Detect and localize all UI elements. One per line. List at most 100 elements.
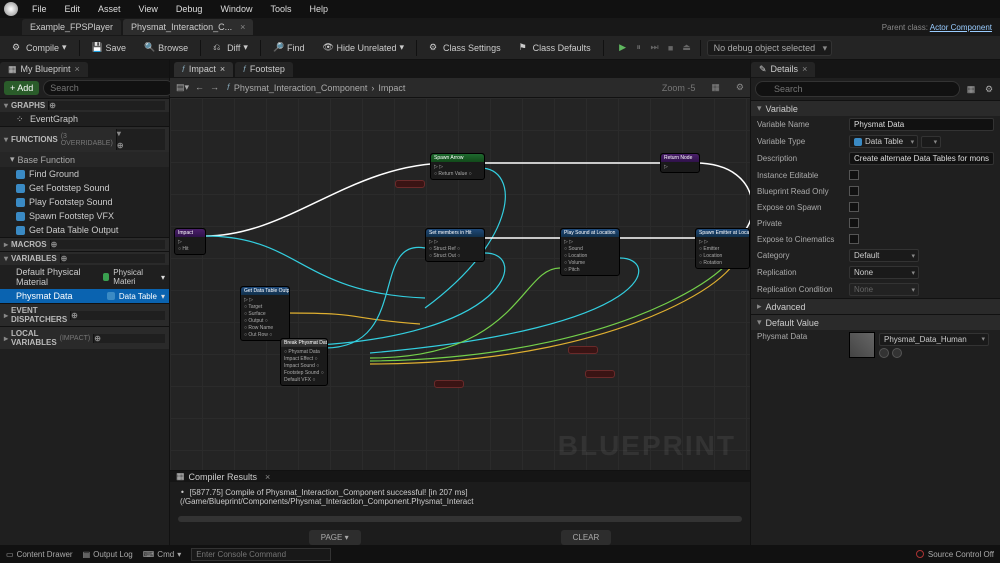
- add-local-var-button[interactable]: ⊕: [94, 334, 165, 343]
- close-icon[interactable]: ×: [802, 64, 807, 74]
- breadcrumb-function[interactable]: Impact: [378, 83, 405, 93]
- menu-tools[interactable]: Tools: [262, 2, 299, 16]
- replication-select[interactable]: None: [849, 266, 919, 279]
- category-advanced[interactable]: ▸Advanced: [751, 298, 1000, 314]
- graph-tab-footstep[interactable]: 𝑓Footstep: [235, 62, 293, 77]
- details-tab[interactable]: ✎ Details ×: [751, 62, 815, 77]
- parent-class-link[interactable]: Actor Component: [930, 23, 992, 32]
- chevron-down-icon[interactable]: ▾: [161, 273, 165, 282]
- physmat-data-asset-select[interactable]: Physmat_Data_Human: [879, 333, 989, 346]
- chevron-down-icon[interactable]: ▾: [161, 292, 165, 301]
- nav-forward-button[interactable]: →: [210, 82, 219, 93]
- fn-find-ground[interactable]: Find Ground: [0, 167, 169, 181]
- expose-cinematics-checkbox[interactable]: [849, 234, 859, 244]
- base-function-group[interactable]: ▾Base Function: [0, 152, 169, 167]
- grid-icon[interactable]: ▦: [964, 82, 978, 96]
- functions-section[interactable]: ▾FUNCTIONS (3 OVERRIDABLE)▾⊕: [0, 126, 169, 152]
- node-get-data-table[interactable]: Get Data Table Output▷ ▷○ Target○ Surfac…: [240, 286, 290, 341]
- nav-back-button[interactable]: ←: [195, 82, 204, 93]
- details-search[interactable]: [755, 81, 960, 97]
- close-icon[interactable]: ×: [75, 64, 80, 74]
- menu-debug[interactable]: Debug: [168, 2, 211, 16]
- var-physmat-data[interactable]: Physmat Data Data Table▾: [0, 289, 169, 303]
- variable-type-select[interactable]: Data Table: [849, 135, 918, 148]
- menu-window[interactable]: Window: [212, 2, 260, 16]
- add-dispatcher-button[interactable]: ⊕: [71, 311, 165, 320]
- event-dispatchers-section[interactable]: ▸EVENT DISPATCHERS⊕: [0, 303, 169, 326]
- add-function-button[interactable]: ⊕: [117, 141, 165, 150]
- cmd-label[interactable]: ⌨Cmd ▾: [143, 550, 181, 559]
- gear-icon[interactable]: ⚙: [982, 82, 996, 96]
- use-selected-asset-button[interactable]: [879, 348, 889, 358]
- node-set-members[interactable]: Set members in Hit▷ ▷○ Struct Ref ○○ Str…: [425, 228, 485, 262]
- variables-section[interactable]: ▾VARIABLES⊕: [0, 251, 169, 265]
- find-button[interactable]: 🔎Find: [267, 39, 311, 56]
- node-light-impact-2[interactable]: [434, 380, 464, 388]
- class-defaults-button[interactable]: ⚑Class Defaults: [513, 39, 597, 56]
- macros-section[interactable]: ▸MACROS⊕: [0, 237, 169, 251]
- compiler-page-button[interactable]: PAGE ▾: [309, 530, 361, 545]
- node-play-sound[interactable]: Play Sound at Location▷ ▷○ Sound○ Locati…: [560, 228, 620, 276]
- browse-to-asset-button[interactable]: [892, 348, 902, 358]
- browse-button[interactable]: 🔍Browse: [138, 39, 194, 56]
- var-default-physical-material[interactable]: Default Physical Material Physical Mater…: [0, 265, 169, 289]
- breadcrumb-component[interactable]: Physmat_Interaction_Component: [234, 83, 368, 93]
- debug-object-select[interactable]: No debug object selected: [707, 40, 833, 56]
- instance-editable-checkbox[interactable]: [849, 170, 859, 180]
- gear-icon[interactable]: ⚙: [736, 82, 744, 93]
- output-log-button[interactable]: ▤Output Log: [83, 550, 133, 559]
- menu-file[interactable]: File: [24, 2, 55, 16]
- my-blueprint-tab[interactable]: ▦ My Blueprint ×: [0, 62, 88, 77]
- replication-condition-select[interactable]: None: [849, 283, 919, 296]
- eject-button[interactable]: ⏏: [680, 41, 694, 55]
- tab-physmat-interaction[interactable]: Physmat_Interaction_C... ×: [123, 19, 253, 35]
- play-button[interactable]: ▶: [616, 41, 630, 55]
- fn-spawn-footstep-vfx[interactable]: Spawn Footstep VFX: [0, 209, 169, 223]
- node-light-impact-1[interactable]: [395, 180, 425, 188]
- graphs-section[interactable]: ▾GRAPHS⊕: [0, 98, 169, 112]
- add-macro-button[interactable]: ⊕: [51, 240, 165, 249]
- add-graph-button[interactable]: ⊕: [49, 101, 165, 110]
- diff-button[interactable]: ⎌Diff▾: [207, 39, 254, 56]
- node-return[interactable]: Return Node▷: [660, 153, 700, 173]
- container-type-select[interactable]: [921, 136, 941, 148]
- compiler-scrollbar[interactable]: [178, 516, 742, 522]
- chevron-down-icon[interactable]: ▾: [243, 42, 248, 53]
- compile-button[interactable]: ⚙Compile▾: [6, 39, 73, 56]
- menu-asset[interactable]: Asset: [90, 2, 129, 16]
- node-light-impact-3[interactable]: [568, 346, 598, 354]
- menu-help[interactable]: Help: [301, 2, 336, 16]
- node-break-hit[interactable]: Break Physmat Data○ Physmat DataImpact E…: [280, 338, 328, 386]
- tab-fps-player[interactable]: Example_FPSPlayer: [22, 19, 121, 35]
- close-icon[interactable]: ×: [220, 64, 225, 74]
- grid-icon[interactable]: ▦: [711, 82, 720, 93]
- node-light-impact-4[interactable]: [585, 370, 615, 378]
- close-icon[interactable]: ×: [265, 472, 270, 482]
- eventgraph-item[interactable]: ⁘EventGraph: [0, 112, 169, 126]
- category-select[interactable]: Default: [849, 249, 919, 262]
- chevron-down-icon[interactable]: ▾: [62, 42, 67, 53]
- compiler-clear-button[interactable]: CLEAR: [561, 530, 612, 545]
- node-spawn-arrow[interactable]: Spawn Arrow▷ ▷○ Return Value ○: [430, 153, 485, 180]
- expose-on-spawn-checkbox[interactable]: [849, 202, 859, 212]
- add-variable-button[interactable]: ⊕: [61, 254, 165, 263]
- content-drawer-button[interactable]: ▭Content Drawer: [6, 550, 73, 559]
- variable-name-field[interactable]: [849, 118, 994, 131]
- graph-tab-impact[interactable]: 𝑓Impact×: [174, 62, 233, 77]
- close-icon[interactable]: ×: [240, 22, 245, 32]
- menu-view[interactable]: View: [131, 2, 166, 16]
- class-settings-button[interactable]: ⚙Class Settings: [423, 39, 507, 56]
- asset-thumbnail[interactable]: [849, 332, 875, 358]
- description-field[interactable]: [849, 152, 994, 165]
- override-button[interactable]: ▾: [117, 129, 165, 138]
- menu-edit[interactable]: Edit: [57, 2, 89, 16]
- chevron-down-icon[interactable]: ▾: [400, 42, 405, 53]
- blueprint-readonly-checkbox[interactable]: [849, 186, 859, 196]
- my-blueprint-search[interactable]: [43, 80, 174, 96]
- save-button[interactable]: 💾Save: [86, 39, 133, 56]
- hide-unrelated-button[interactable]: 👁Hide Unrelated▾: [316, 39, 410, 56]
- local-variables-section[interactable]: ▸LOCAL VARIABLES (IMPACT)⊕: [0, 326, 169, 349]
- private-checkbox[interactable]: [849, 218, 859, 228]
- add-button[interactable]: +Add: [4, 81, 39, 95]
- category-variable[interactable]: ▾Variable: [751, 100, 1000, 116]
